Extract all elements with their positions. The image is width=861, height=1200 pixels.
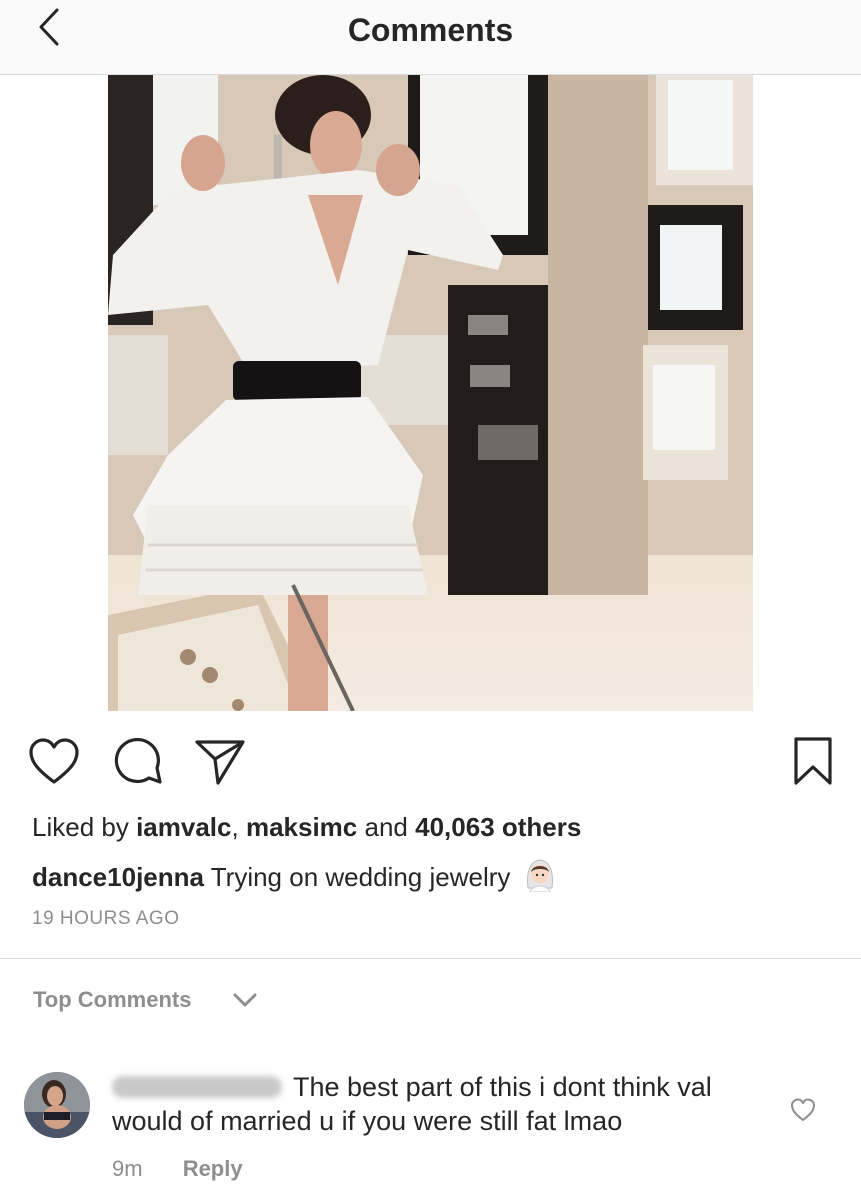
likes-separator: , [231,812,239,842]
likes-line: Liked by iamvalc, maksimc and 40,063 oth… [32,812,581,843]
comment-meta: 9m Reply [112,1156,243,1182]
bride-emoji-icon [526,859,553,892]
post-timestamp: 19 HOURS AGO [32,908,180,929]
divider [0,958,861,959]
page-title: Comments [347,12,514,48]
comment-icon[interactable] [111,738,163,788]
top-comments-toggle[interactable]: Top Comments [33,987,191,1013]
likes-prefix: Liked by [32,812,129,842]
likes-count-link[interactable]: 40,063 others [415,812,581,842]
liked-user-link[interactable]: maksimc [246,812,357,842]
post-caption: dance10jenna Trying on wedding jewelry [32,858,556,893]
send-icon[interactable] [194,738,246,786]
comment-body: The best part of this i dont think val w… [112,1070,752,1138]
liked-user-link[interactable]: iamvalc [136,812,231,842]
caption-username[interactable]: dance10jenna [32,862,204,892]
likes-and: and [364,812,408,842]
bookmark-icon[interactable] [793,736,833,786]
comment-username-blurred[interactable] [112,1076,282,1098]
heart-icon[interactable] [28,738,80,786]
comment-like-icon[interactable] [790,1098,816,1122]
comment-time: 9m [112,1156,143,1181]
caption-text: Trying on wedding jewelry [210,862,511,892]
post-image[interactable] [108,75,753,711]
top-bar: Comments [0,0,861,75]
chevron-down-icon[interactable] [232,992,258,1008]
reply-button[interactable]: Reply [183,1156,243,1181]
avatar[interactable] [24,1072,90,1138]
action-bar [0,711,861,811]
